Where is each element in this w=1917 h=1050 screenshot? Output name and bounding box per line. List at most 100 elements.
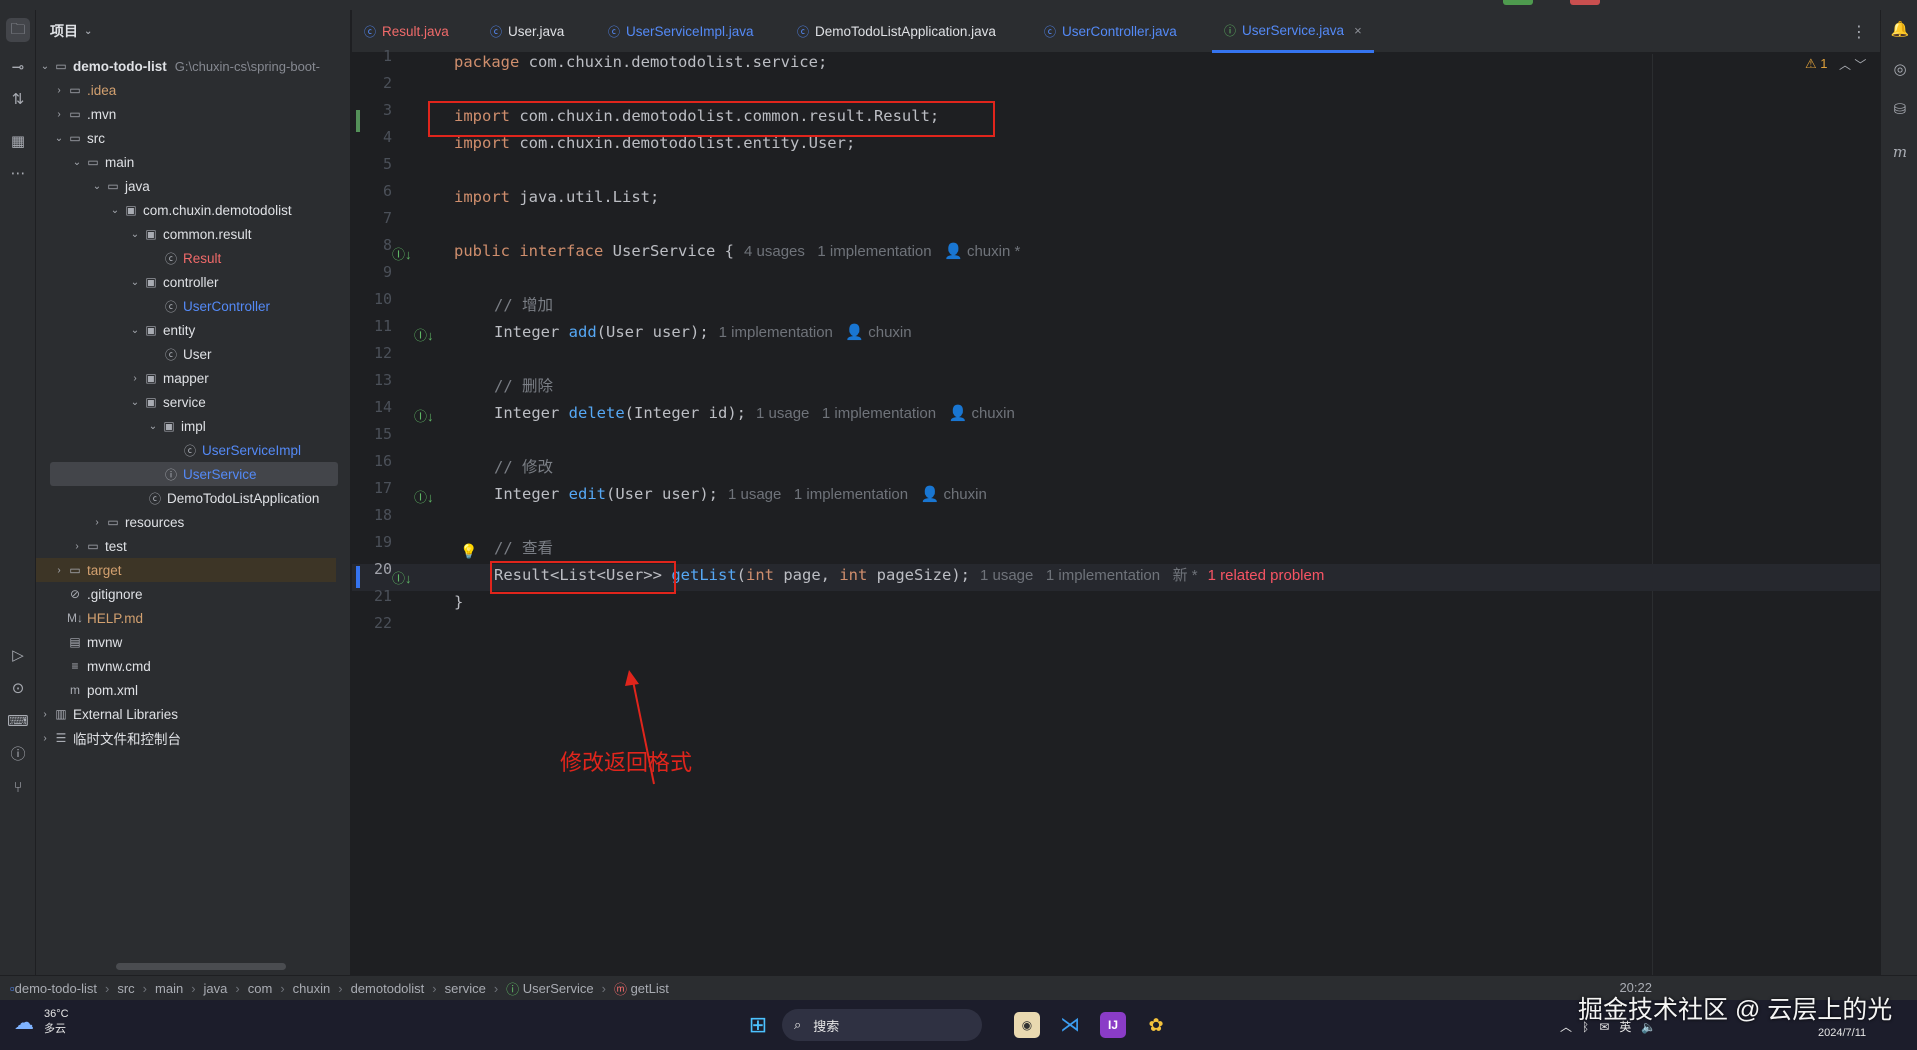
tree-item[interactable]: › ▣ mapper (36, 366, 336, 390)
tree-item-selected[interactable]: ⓘ UserService (50, 462, 338, 486)
weather-widget[interactable]: ☁ 36°C 多云 (14, 1008, 69, 1036)
more-icon[interactable]: ⋯ (6, 162, 30, 186)
vscode-icon[interactable]: ⋊ (1057, 1012, 1083, 1038)
clock[interactable]: 2024/7/11 (1818, 1027, 1866, 1039)
implemented-icon[interactable]: Ⓘ↓ (414, 487, 434, 506)
problems-icon[interactable]: ⓘ (6, 743, 30, 767)
tab-demotodolistapplication[interactable]: ⓒ DemoTodoListApplication.java (797, 10, 996, 53)
tree-item[interactable]: › ▭ resources (36, 510, 336, 534)
breadcrumb-item[interactable]: chuxin (293, 981, 331, 996)
navigate-problems-icon[interactable]: ︿ ﹀ (1839, 56, 1866, 73)
tree-item[interactable]: ⌄ ▣ controller (36, 270, 336, 294)
run-icon[interactable]: ▷ (6, 644, 30, 668)
chevron-up-icon[interactable]: ︿ (1560, 1020, 1572, 1034)
line-number: 10 (373, 290, 392, 308)
tab-userservice[interactable]: ⓘ UserService.java × (1212, 10, 1374, 53)
stop-indicator[interactable] (1570, 0, 1600, 5)
inlay-hint[interactable]: 4 usages 1 implementation 👤 chuxin * (744, 243, 1020, 260)
tree-item[interactable]: ⓒ UserController (36, 294, 336, 318)
folder-icon: ▭ (55, 59, 67, 73)
line-number: 16 (373, 452, 392, 470)
tree-item[interactable]: ≡ mvnw.cmd (36, 654, 336, 678)
ai-assistant-icon[interactable]: ◎ (1888, 58, 1912, 82)
breadcrumb-item[interactable]: demo-todo-list (15, 981, 97, 996)
tree-item[interactable]: ▤ mvnw (36, 630, 336, 654)
app-icon[interactable]: ✿ (1143, 1012, 1169, 1038)
chevron-down-icon[interactable]: ⌄ (84, 26, 92, 37)
tab-userserviceimpl[interactable]: ⓒ UserServiceImpl.java (608, 10, 754, 53)
tree-item[interactable]: ⓒ Result (36, 246, 336, 270)
tree-item[interactable]: › ▥ External Libraries (36, 702, 336, 726)
tree-item-root[interactable]: ⌄ ▭ demo-todo-list G:\chuxin-cs\spring-boot… (36, 54, 336, 78)
tree-item[interactable]: M↓ HELP.md (36, 606, 336, 630)
tree-item[interactable]: ⓒ User (36, 342, 336, 366)
git-icon[interactable]: ⑂ (6, 776, 30, 800)
interface-icon: ⓘ (164, 467, 177, 482)
tree-item[interactable]: ⌄ ▣ common.result (36, 222, 336, 246)
tree-item[interactable]: › ▭ test (36, 534, 336, 558)
breadcrumb-item[interactable]: src (117, 981, 134, 996)
tree-item[interactable]: ⌄ ▭ java (36, 174, 336, 198)
warning-icon[interactable]: ⚠ 1 (1805, 56, 1828, 72)
project-panel-title: 项目 (50, 23, 78, 39)
tab-usercontroller[interactable]: ⓒ UserController.java (1044, 10, 1177, 53)
tree-item[interactable]: ⓒ DemoTodoListApplication (36, 486, 336, 510)
breadcrumb-item[interactable]: UserService (523, 981, 594, 996)
line-number: 6 (382, 182, 392, 200)
implemented-icon[interactable]: Ⓘ↓ (392, 244, 412, 263)
chrome-icon[interactable]: ◉ (1014, 1012, 1040, 1038)
breadcrumb-item[interactable]: getList (631, 981, 669, 996)
intellij-icon[interactable]: IJ (1100, 1012, 1126, 1038)
spring-class-icon: ⓒ (148, 491, 161, 506)
more-tabs-icon[interactable]: ⋮ (1851, 22, 1867, 42)
chevron-down-icon[interactable]: ⌄ (38, 61, 52, 72)
search-box[interactable]: ⌕ 搜索 (782, 1009, 982, 1041)
line-number: 4 (382, 128, 392, 146)
breadcrumb-item[interactable]: java (204, 981, 228, 996)
tree-item[interactable]: ⌄ ▣ entity (36, 318, 336, 342)
implemented-icon[interactable]: Ⓘ↓ (392, 568, 412, 587)
implemented-icon[interactable]: Ⓘ↓ (414, 325, 434, 344)
related-problem-link[interactable]: 1 related problem (1208, 567, 1325, 584)
tree-item[interactable]: ⊘ .gitignore (36, 582, 336, 606)
tree-item[interactable]: ⓒ UserServiceImpl (36, 438, 336, 462)
notifications-icon[interactable]: 🔔 (1888, 18, 1912, 42)
inlay-hint[interactable]: 1 implementation 👤 chuxin (719, 324, 912, 341)
inlay-hint[interactable]: 1 usage 1 implementation 👤 chuxin (756, 405, 1015, 422)
maven-icon[interactable]: m (1888, 140, 1912, 164)
database-icon[interactable]: ⛁ (1888, 98, 1912, 122)
tree-item-excluded[interactable]: › ▭ target (36, 558, 336, 582)
code-editor[interactable]: ⚠ 1 ︿ ﹀ 1 2 3 4 5 6 7 8 9 10 11 12 13 14… (352, 47, 1880, 975)
tree-item[interactable]: ⌄ ▣ com.chuxin.demotodolist (36, 198, 336, 222)
tree-item[interactable]: › ▭ .mvn (36, 102, 336, 126)
inlay-hint[interactable]: 1 usage 1 implementation 新 * (980, 567, 1198, 584)
structure-icon[interactable]: ▦ (6, 130, 30, 154)
tree-item[interactable]: ⌄ ▭ src (36, 126, 336, 150)
breadcrumb-item[interactable]: main (155, 981, 183, 996)
run-indicator[interactable] (1503, 0, 1533, 5)
maven-icon: m (70, 683, 80, 697)
horizontal-scrollbar[interactable] (116, 963, 286, 970)
pull-request-icon[interactable]: ⇅ (6, 88, 30, 112)
windows-start-icon[interactable]: ⊞ (745, 1012, 771, 1038)
tree-item[interactable]: ⌄ ▭ main (36, 150, 336, 174)
breadcrumb-item[interactable]: service (445, 981, 486, 996)
terminal-icon[interactable]: ⌨ (6, 710, 30, 734)
project-panel-header[interactable]: 项目 ⌄ (36, 10, 350, 52)
commit-icon[interactable]: ⊸ (6, 56, 30, 80)
services-icon[interactable]: ⊙ (6, 677, 30, 701)
breadcrumb-item[interactable]: com (248, 981, 273, 996)
breadcrumb-item[interactable]: demotodolist (351, 981, 425, 996)
lightbulb-icon[interactable]: 💡 (460, 543, 477, 560)
close-icon[interactable]: × (1354, 23, 1362, 38)
tree-item[interactable]: ⌄ ▣ impl (36, 414, 336, 438)
tree-item[interactable]: › ☰ 临时文件和控制台 (36, 726, 336, 750)
tree-item[interactable]: › ▭ .idea (36, 78, 336, 102)
folder-icon[interactable]: 🗀 (6, 18, 30, 42)
annotation-label: 修改返回格式 (560, 751, 693, 776)
tree-item[interactable]: m pom.xml (36, 678, 336, 702)
inlay-hint[interactable]: 1 usage 1 implementation 👤 chuxin (728, 486, 987, 503)
tree-item[interactable]: ⌄ ▣ service (36, 390, 336, 414)
tab-user[interactable]: ⓒ User.java (490, 10, 564, 53)
implemented-icon[interactable]: Ⓘ↓ (414, 406, 434, 425)
